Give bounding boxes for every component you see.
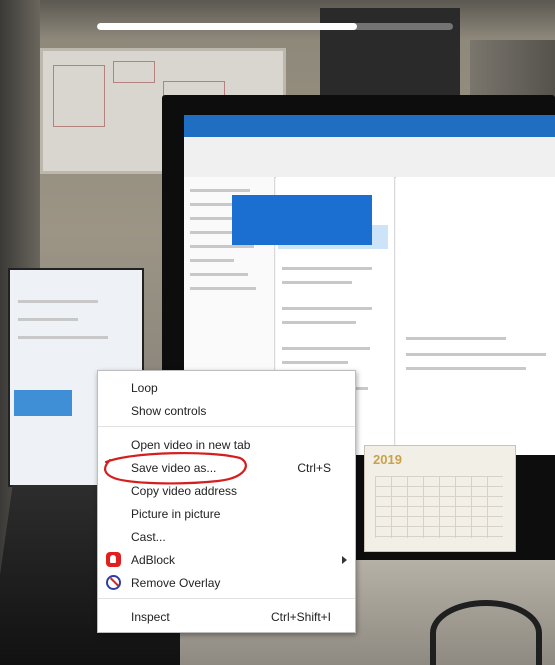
email-banner-image — [232, 195, 372, 245]
menu-item-label: Copy video address — [131, 484, 238, 498]
video-context-menu: Loop Show controls Open video in new tab… — [97, 370, 356, 633]
ceiling — [0, 0, 555, 40]
app-titlebar — [184, 115, 555, 137]
reading-pane — [396, 177, 555, 455]
desk-calendar: 2019 — [364, 445, 516, 552]
submenu-arrow-icon — [342, 556, 347, 564]
menu-item-label: AdBlock — [131, 553, 176, 567]
menu-item-label: Cast... — [131, 530, 166, 544]
menu-item-label: Open video in new tab — [131, 438, 251, 452]
menu-item-label: Remove Overlay — [131, 576, 221, 590]
whiteboard-drawing — [53, 65, 105, 127]
calendar-year: 2019 — [373, 452, 402, 467]
menu-item-label: Inspect — [131, 610, 170, 624]
app-ribbon — [184, 137, 555, 178]
remove-overlay-icon — [106, 575, 121, 590]
calendar-grid — [375, 476, 503, 538]
headset — [430, 600, 542, 665]
menu-item-loop[interactable]: Loop — [98, 376, 355, 399]
menu-item-shortcut: Ctrl+Shift+I — [270, 610, 331, 624]
menu-item-label: Picture in picture — [131, 507, 221, 521]
menu-item-picture-in-picture[interactable]: Picture in picture — [98, 502, 355, 525]
menu-item-remove-overlay[interactable]: Remove Overlay — [98, 571, 355, 594]
menu-item-shortcut: Ctrl+S — [297, 461, 331, 475]
menu-item-label: Show controls — [131, 404, 207, 418]
menu-item-show-controls[interactable]: Show controls — [98, 399, 355, 422]
menu-separator — [98, 598, 355, 599]
laptop-video-thumbnail — [14, 390, 72, 416]
menu-separator — [98, 426, 355, 427]
menu-item-cast[interactable]: Cast... — [98, 525, 355, 548]
menu-item-open-video-new-tab[interactable]: Open video in new tab — [98, 433, 355, 456]
video-progress-fill — [97, 23, 357, 30]
menu-item-label: Save video as... — [131, 461, 217, 475]
menu-item-label: Loop — [131, 381, 158, 395]
video-progress-bar[interactable] — [97, 23, 453, 30]
whiteboard-drawing — [113, 61, 155, 83]
menu-item-copy-video-address[interactable]: Copy video address — [98, 479, 355, 502]
menu-item-save-video-as[interactable]: Save video as... Ctrl+S — [98, 456, 355, 479]
adblock-icon — [106, 552, 121, 567]
menu-item-inspect[interactable]: Inspect Ctrl+Shift+I — [98, 605, 355, 628]
menu-item-adblock[interactable]: AdBlock — [98, 548, 355, 571]
